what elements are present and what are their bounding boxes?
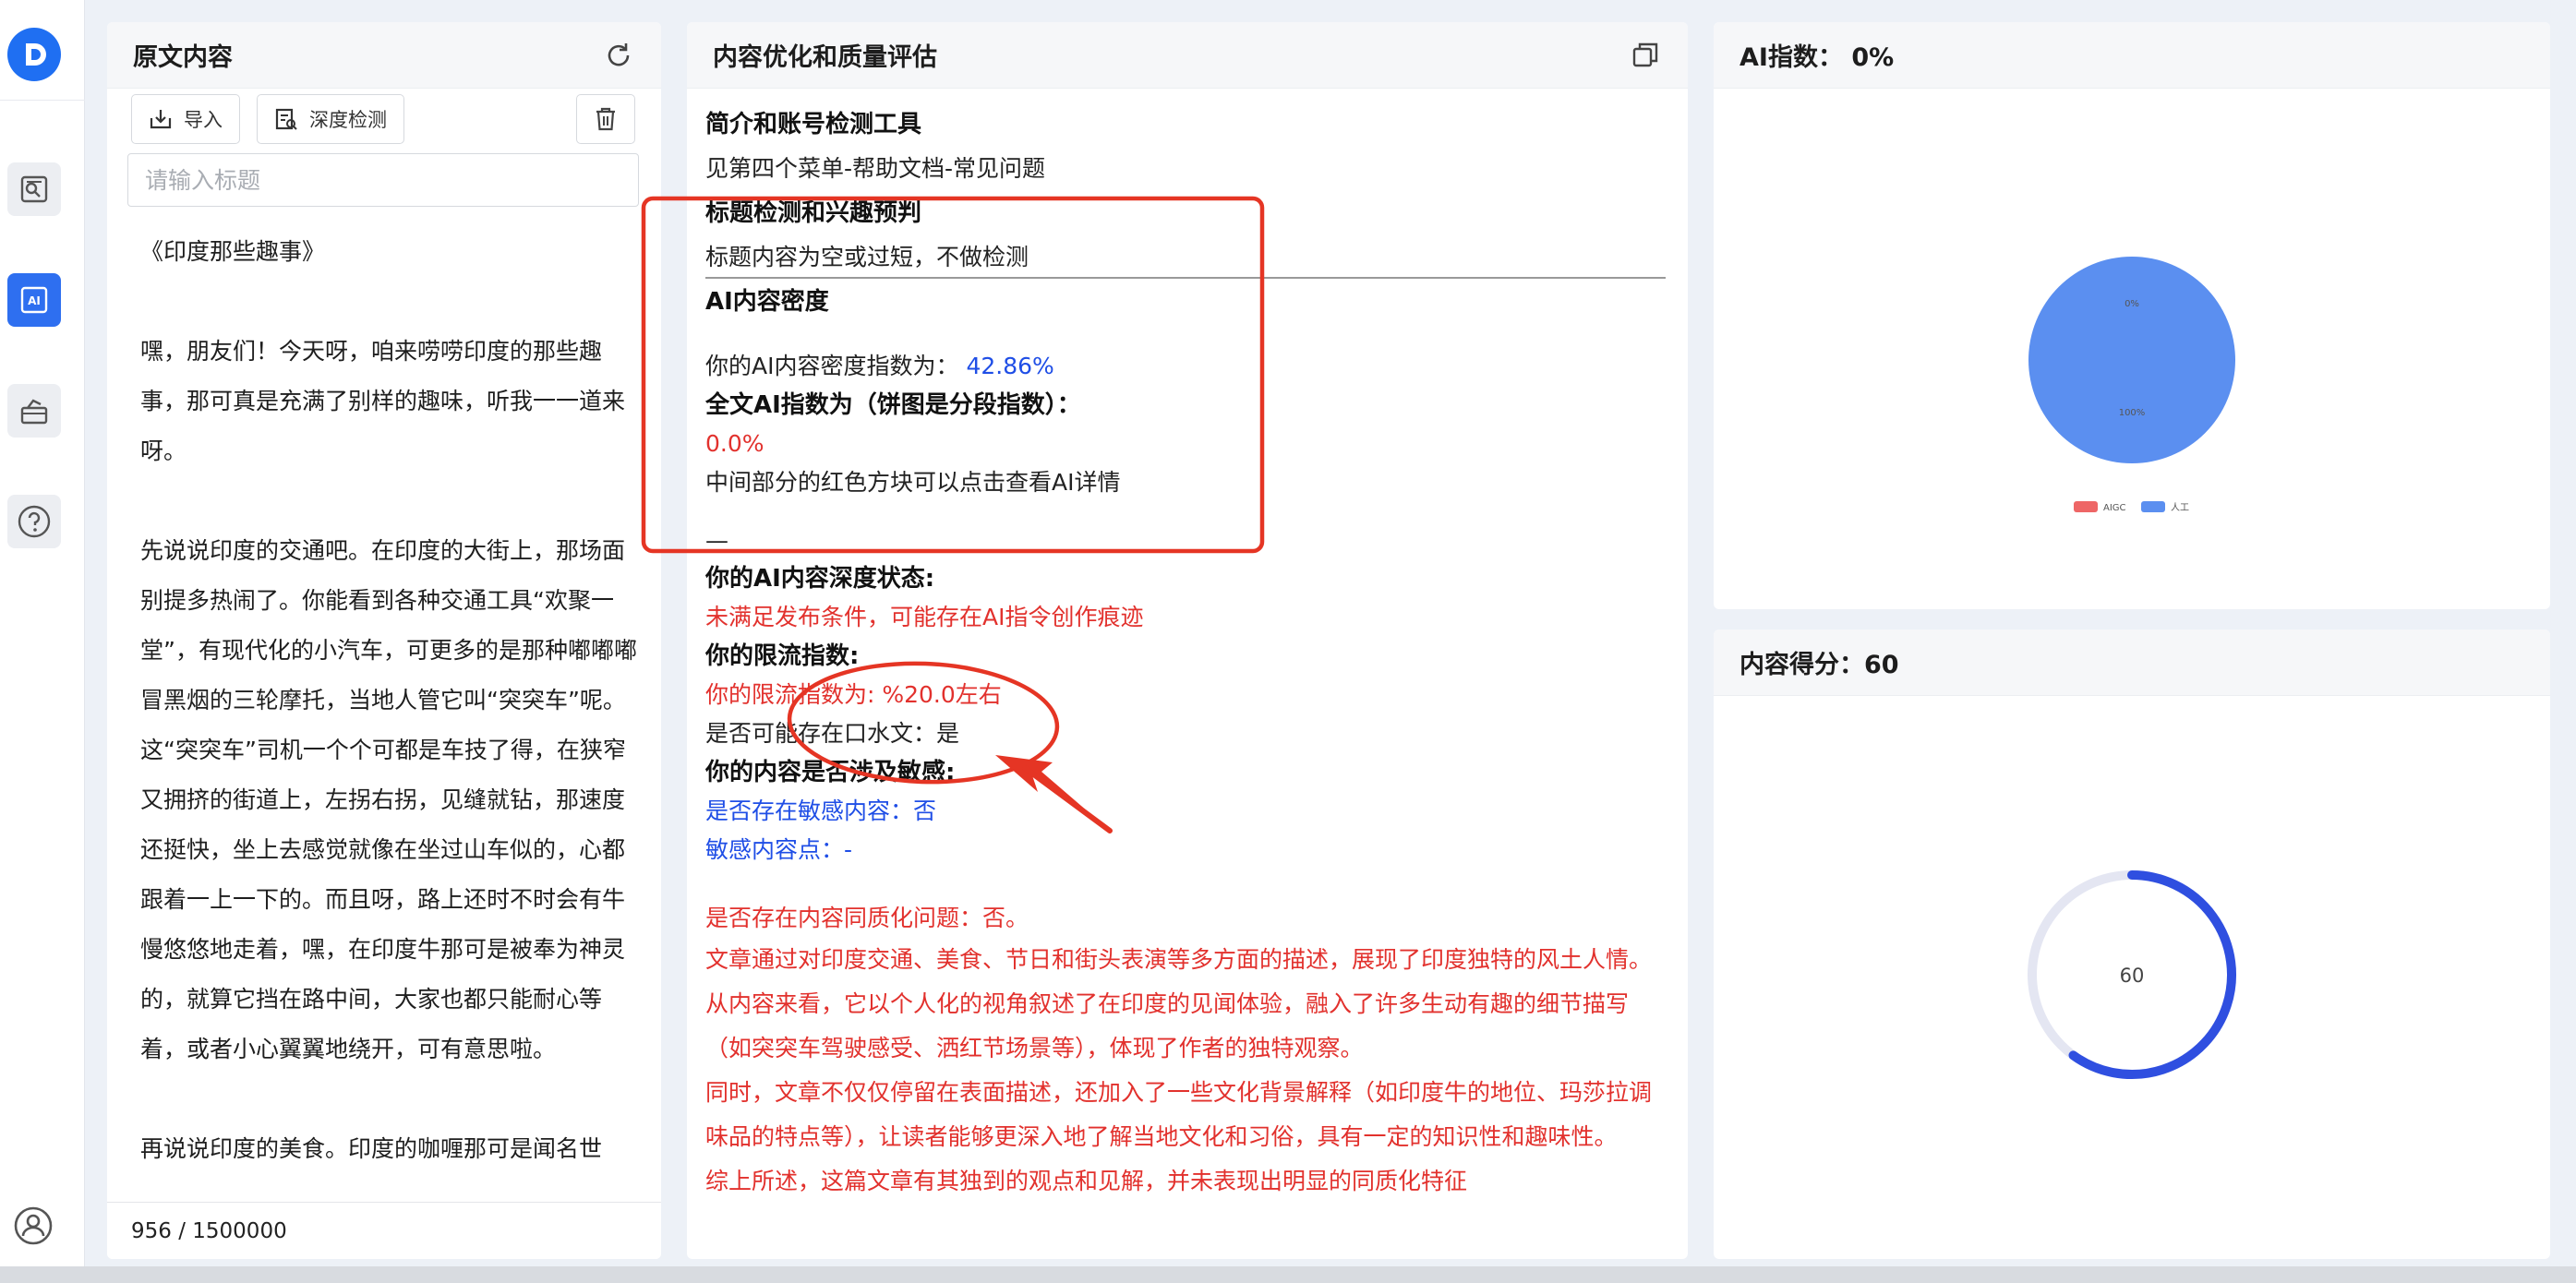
panel-title: 内容得分：60 [1739, 651, 1899, 679]
user-account-icon[interactable] [13, 1205, 54, 1246]
density-label: 你的AI内容密度指数为： [705, 353, 959, 379]
density-value: 42.86% [966, 353, 1054, 379]
sidebar: AI [0, 0, 85, 1266]
limit-heading: 你的限流指数: [705, 642, 860, 670]
legend-label-human: 人工 [2171, 502, 2189, 513]
limit-text: 你的限流指数为: %20.0左右 [705, 681, 1002, 708]
sidebar-item-tools[interactable] [7, 384, 61, 438]
import-icon [150, 110, 172, 129]
panel-title: 原文内容 [133, 43, 233, 72]
dash-separator: — [705, 527, 728, 554]
sidebar-item-help[interactable] [7, 495, 61, 548]
deep-detect-button[interactable]: 深度检测 [257, 94, 404, 144]
article-title: 《印度那些趣事》 [140, 238, 326, 265]
panel-title: 内容优化和质量评估 [713, 43, 937, 72]
legend-human[interactable]: 人工 [2141, 501, 2189, 513]
deep-detect-label: 深度检测 [309, 109, 387, 131]
document-search-icon [20, 175, 48, 203]
section-text: 标题内容为空或过短，不做检测 [705, 244, 1029, 270]
app-logo[interactable] [7, 28, 61, 81]
sensitive-heading: 你的内容是否涉及敏感: [705, 759, 956, 786]
score-value: 60 [2120, 965, 2145, 987]
depth-text: 未满足发布条件，可能存在AI指令创作痕迹 [705, 604, 1144, 630]
article-paragraph: 嘿，朋友们！今天呀，咱来唠唠印度的那些趣事，那可真是充满了别样的趣味，听我一一道… [140, 338, 626, 464]
deep-detect-icon [275, 108, 297, 130]
section-text: 见第四个菜单-帮助文档-常见问题 [705, 155, 1046, 182]
copy-icon[interactable] [1631, 41, 1660, 70]
import-button[interactable]: 导入 [131, 94, 240, 144]
toolbox-icon [20, 399, 48, 425]
fulltext-value: 0.0% [705, 430, 764, 457]
score-gauge: 60 [2028, 870, 2236, 1079]
article-paragraph: 先说说印度的交通吧。在印度的大街上，那场面别提多热闹了。你能看到各种交通工具“欢… [140, 537, 637, 1062]
fulltext-label: 全文AI指数为（饼图是分段指数）： [705, 391, 1081, 419]
legend-swatch-human [2141, 501, 2165, 512]
ai-icon-label: AI [28, 294, 41, 307]
slice-label-aigc: 0% [2125, 299, 2139, 309]
sidebar-item-ai[interactable]: AI [7, 273, 61, 327]
word-count: 956 / 1500000 [131, 1218, 287, 1243]
legend-swatch-aigc [2074, 501, 2098, 512]
divider [705, 277, 1666, 279]
analysis-paragraph: 综上所述，这篇文章有其独到的观点和见解，并未表现出明显的同质化特征 [705, 1168, 1468, 1194]
ai-icon: AI [20, 286, 48, 314]
divider [0, 100, 85, 101]
homogeneity-text: 是否存在内容同质化问题：否。 [705, 905, 1029, 931]
original-content-panel: 原文内容 导入 深度检测 请输入标题 《印度那些趣事》 嘿，朋友们！今天呀，咱来… [107, 22, 661, 1259]
panel-header: 内容优化和质量评估 [687, 22, 1688, 89]
evaluation-panel: 内容优化和质量评估 简介和账号检测工具 见第四个菜单-帮助文档-常见问题 标题检… [687, 22, 1688, 1259]
panel-title: AI指数： 0% [1739, 43, 1895, 72]
analysis-paragraph: 文章通过对印度交通、美食、节日和街头表演等多方面的描述，展现了印度独特的风土人情… [705, 946, 1653, 1061]
trash-icon [596, 107, 615, 131]
article-paragraph: 再说说印度的美食。印度的咖喱那可是闻名世 [140, 1135, 603, 1162]
delete-button[interactable] [576, 94, 635, 144]
section-heading: 标题检测和兴趣预判 [705, 199, 922, 227]
help-icon [18, 505, 51, 538]
logo-icon [26, 43, 46, 66]
ai-index-panel: AI指数： 0% 0% 100% AIGC 人工 [1714, 22, 2550, 609]
content-score-panel: 内容得分：60 60 [1714, 630, 2550, 1259]
article-text[interactable]: 《印度那些趣事》 嘿，朋友们！今天呀，咱来唠唠印度的那些趣事，那可真是充满了别样… [140, 227, 639, 1196]
panel-header: AI指数： 0% [1714, 22, 2550, 89]
sidebar-item-detect[interactable] [7, 162, 61, 216]
word-counter: 956 / 1500000 [107, 1202, 661, 1259]
legend-aigc[interactable]: AIGC [2074, 501, 2126, 513]
hint-text: 中间部分的红色方块可以点击查看AI详情 [705, 469, 1121, 496]
panel-header: 原文内容 [107, 22, 661, 89]
title-input[interactable] [127, 153, 639, 207]
sensitive-text: 是否存在敏感内容：否 [705, 797, 937, 824]
legend-label-aigc: AIGC [2103, 503, 2126, 513]
refresh-icon[interactable] [604, 41, 633, 70]
analysis-paragraph: 同时，文章不仅仅停留在表面描述，还加入了一些文化背景解释（如印度牛的地位、玛莎拉… [705, 1079, 1653, 1150]
ai-pie-chart[interactable]: 0% 100% AIGC 人工 [1714, 89, 2550, 609]
pie-slice-human[interactable] [2028, 257, 2235, 463]
depth-heading: 你的AI内容深度状态: [705, 565, 935, 593]
sensitive-points: 敏感内容点：- [705, 836, 853, 863]
taskbar-strip [0, 1266, 2576, 1283]
slice-label-human: 100% [2119, 408, 2146, 418]
panel-header: 内容得分：60 [1714, 630, 2550, 696]
section-heading: AI内容密度 [705, 288, 829, 316]
section-heading: 简介和账号检测工具 [705, 111, 922, 138]
evaluation-content: 简介和账号检测工具 见第四个菜单-帮助文档-常见问题 标题检测和兴趣预判 标题内… [705, 105, 1669, 1241]
density-row: 你的AI内容密度指数为： 42.86% [705, 347, 1669, 386]
gauge-progress [2068, 870, 2236, 1079]
water-text: 是否可能存在口水文：是 [705, 720, 960, 747]
import-label: 导入 [184, 109, 223, 131]
